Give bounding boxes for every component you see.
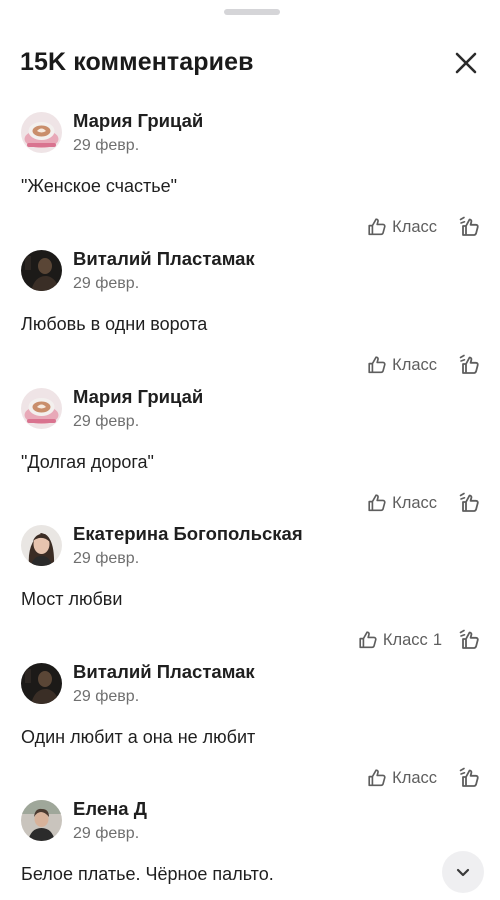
like-label: Класс bbox=[382, 630, 428, 649]
reply-button[interactable] bbox=[458, 353, 482, 377]
comment-date: 29 февр. bbox=[73, 688, 140, 705]
thumb-up-icon bbox=[359, 631, 377, 649]
comment-actions: Класс bbox=[366, 352, 482, 378]
like-label: Класс bbox=[392, 493, 437, 512]
reply-button[interactable] bbox=[458, 766, 482, 790]
avatar[interactable] bbox=[21, 388, 62, 429]
comment-text: "Долгая дорога" bbox=[21, 452, 154, 472]
sheet-header: 15K комментариев bbox=[0, 44, 500, 84]
comment-date: 29 февр. bbox=[73, 550, 140, 567]
close-button[interactable] bbox=[452, 49, 480, 77]
thumb-up-icon bbox=[368, 218, 386, 236]
reply-icon bbox=[459, 629, 479, 649]
comment-date: 29 февр. bbox=[73, 275, 140, 292]
reply-button[interactable] bbox=[458, 628, 482, 652]
thumb-up-icon bbox=[368, 769, 386, 787]
like-button[interactable]: Класс 1 bbox=[357, 629, 442, 651]
comment-author[interactable]: Мария Грицай bbox=[73, 386, 203, 408]
like-label: Класс bbox=[392, 355, 437, 374]
reply-icon bbox=[459, 354, 479, 374]
comment-actions: Класс bbox=[366, 765, 482, 791]
avatar[interactable] bbox=[21, 112, 62, 153]
comment-item: Виталий Пластамак 29 февр. Любовь в одни… bbox=[0, 248, 500, 388]
comment-item: Елена Д 29 февр. Белое платье. Чёрное па… bbox=[0, 798, 500, 900]
thumb-up-icon bbox=[368, 494, 386, 512]
comment-author[interactable]: Екатерина Богопольская bbox=[73, 523, 303, 545]
comments-sheet: 15K комментариев Мария Грицай 29 февр. "… bbox=[0, 0, 500, 900]
comment-date: 29 февр. bbox=[73, 825, 140, 842]
comment-actions: Класс bbox=[366, 490, 482, 516]
comment-author[interactable]: Мария Грицай bbox=[73, 110, 203, 132]
comment-author[interactable]: Елена Д bbox=[73, 798, 147, 820]
thumb-up-icon bbox=[368, 356, 386, 374]
like-button[interactable]: Класс bbox=[366, 216, 442, 238]
avatar[interactable] bbox=[21, 525, 62, 566]
like-button[interactable]: Класс bbox=[366, 767, 442, 789]
avatar[interactable] bbox=[21, 250, 62, 291]
scroll-down-button[interactable] bbox=[442, 851, 484, 893]
reply-button[interactable] bbox=[458, 215, 482, 239]
like-button[interactable]: Класс bbox=[366, 492, 442, 514]
comment-text: Белое платье. Чёрное пальто. bbox=[21, 864, 274, 884]
reply-button[interactable] bbox=[458, 491, 482, 515]
sheet-drag-handle[interactable] bbox=[224, 9, 280, 15]
like-count: 1 bbox=[432, 630, 442, 649]
reply-icon bbox=[459, 767, 479, 787]
comment-author[interactable]: Виталий Пластамак bbox=[73, 661, 255, 683]
chevron-down-icon bbox=[456, 868, 470, 877]
comment-text: "Женское счастье" bbox=[21, 176, 178, 196]
comment-actions: Класс bbox=[366, 214, 482, 240]
like-label: Класс bbox=[392, 217, 437, 236]
comment-text: Мост любви bbox=[21, 589, 123, 609]
reply-icon bbox=[459, 216, 479, 236]
comment-date: 29 февр. bbox=[73, 137, 140, 154]
close-icon bbox=[455, 52, 477, 74]
like-button[interactable]: Класс bbox=[366, 354, 442, 376]
reply-icon bbox=[459, 492, 479, 512]
comment-item: Мария Грицай 29 февр. "Женское счастье" … bbox=[0, 110, 500, 250]
comment-date: 29 февр. bbox=[73, 413, 140, 430]
comment-item: Виталий Пластамак 29 февр. Один любит а … bbox=[0, 661, 500, 801]
comment-author[interactable]: Виталий Пластамак bbox=[73, 248, 255, 270]
comment-item: Екатерина Богопольская 29 февр. Мост люб… bbox=[0, 523, 500, 663]
avatar[interactable] bbox=[21, 800, 62, 841]
comments-count-title: 15K комментариев bbox=[20, 48, 254, 76]
comment-actions: Класс 1 bbox=[357, 627, 482, 653]
like-label: Класс bbox=[392, 768, 437, 787]
avatar[interactable] bbox=[21, 663, 62, 704]
comment-text: Любовь в одни ворота bbox=[21, 314, 208, 334]
comment-item: Мария Грицай 29 февр. "Долгая дорога" Кл… bbox=[0, 386, 500, 526]
comment-text: Один любит а она не любит bbox=[21, 727, 256, 747]
